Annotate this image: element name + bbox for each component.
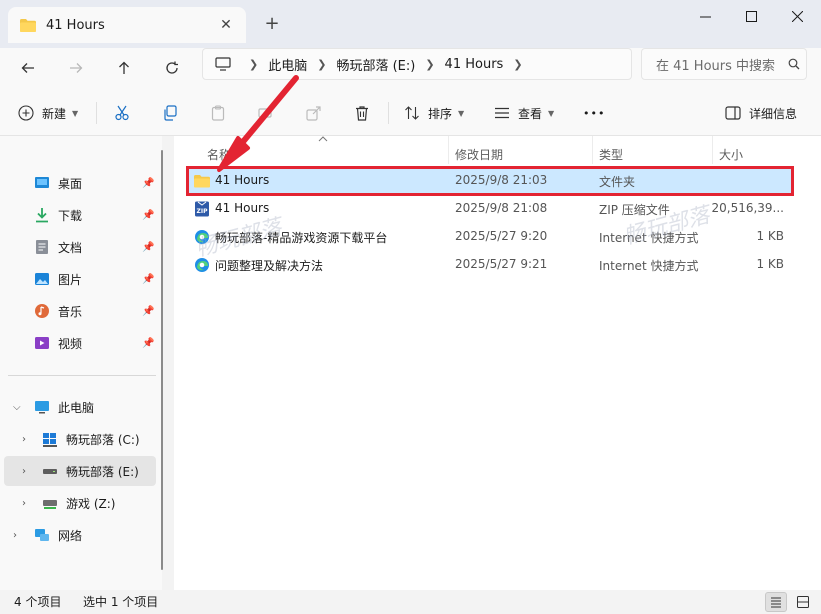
tiles-view-icon [797,596,809,608]
details-view-icon [771,597,781,608]
item-count: 4 个项目 [14,595,62,609]
selection-count: 选中 1 个项目 [83,595,159,609]
annotation-arrow [217,75,299,172]
tiles-view-button[interactable] [792,592,814,612]
details-view-button[interactable] [765,592,787,612]
status-bar: 4 个项目 选中 1 个项目 [0,590,821,614]
